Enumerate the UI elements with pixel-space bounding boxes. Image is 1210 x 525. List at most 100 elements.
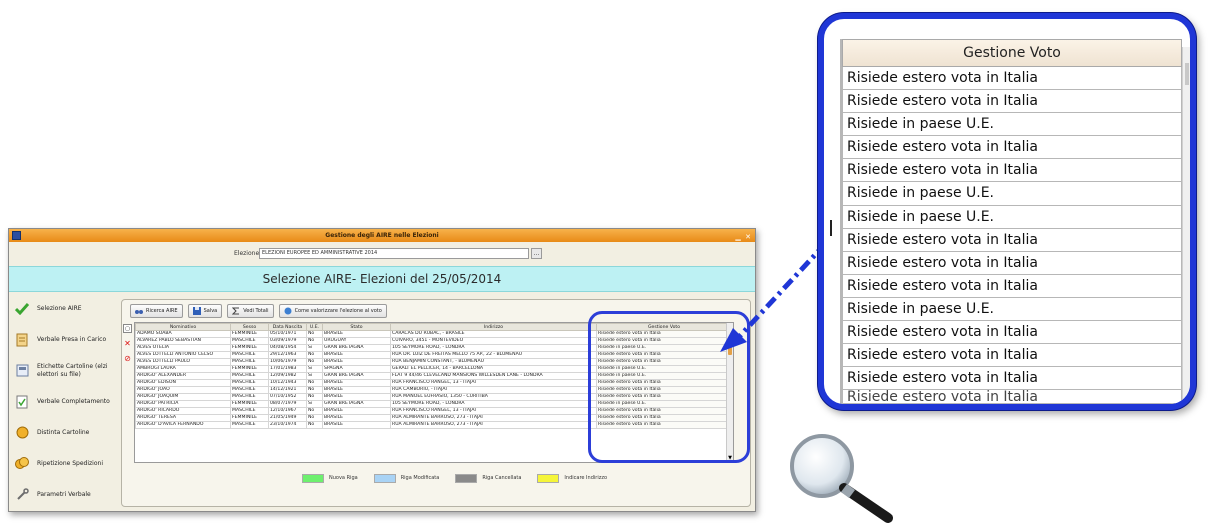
table-cell[interactable]: 29/12/1963 bbox=[268, 351, 307, 359]
table-cell[interactable]: ARDIGO' EDISON bbox=[135, 379, 231, 387]
table-cell[interactable]: No bbox=[306, 407, 323, 415]
table-cell[interactable]: FEMMINILE bbox=[230, 400, 269, 408]
column-header[interactable]: Indirizzo bbox=[390, 323, 597, 331]
table-cell[interactable]: MASCHILE bbox=[230, 386, 269, 394]
zoom-list-item[interactable]: Risiede estero vota in Italia bbox=[842, 67, 1182, 91]
table-cell[interactable]: No bbox=[306, 330, 323, 338]
table-cell[interactable]: 08/07/1979 bbox=[268, 400, 307, 408]
table-cell[interactable]: FEMMINILE bbox=[230, 344, 269, 352]
delete-row-icon[interactable]: ✕ bbox=[123, 339, 132, 348]
table-cell[interactable]: 10/12/1943 bbox=[268, 379, 307, 387]
zoom-list-item[interactable]: Risiede estero vota in Italia bbox=[842, 321, 1182, 345]
sidebar-item-parametri[interactable]: Parametri Verbale bbox=[9, 479, 121, 510]
zoom-scrollbar[interactable] bbox=[1182, 47, 1190, 404]
table-cell[interactable]: No bbox=[306, 421, 323, 429]
table-cell[interactable]: 23/10/1974 bbox=[268, 421, 307, 429]
table-cell[interactable]: Si bbox=[306, 344, 323, 352]
table-cell[interactable]: GRAN BRETAGNA bbox=[322, 372, 391, 380]
table-cell[interactable]: ARDIGO' D'AVILA FERNANDO bbox=[135, 421, 231, 429]
table-cell[interactable]: GRAN BRETAGNA bbox=[322, 344, 391, 352]
table-cell[interactable]: FLAT 9 44/46 CLEVELAND MANSIONS WILLESDE… bbox=[390, 372, 597, 380]
election-input[interactable]: ELEZIONI EUROPEE ED AMMINISTRATIVE 2014 bbox=[259, 248, 529, 259]
column-header[interactable]: Data Nascita bbox=[268, 323, 307, 331]
table-cell[interactable]: ADAMO SOABA bbox=[135, 330, 231, 338]
column-header[interactable]: Sesso bbox=[230, 323, 269, 331]
sidebar-item-distinta[interactable]: Distinta Cartoline bbox=[9, 417, 121, 448]
zoom-list-item[interactable]: Risiede estero vota in Italia bbox=[842, 136, 1182, 160]
table-cell[interactable]: No bbox=[306, 386, 323, 394]
search-aire-button[interactable]: Ricerca AIRE bbox=[130, 304, 183, 318]
sidebar-item-selezione-aire[interactable]: Selezione AIRE bbox=[9, 293, 121, 324]
table-cell[interactable]: Si bbox=[306, 400, 323, 408]
table-cell[interactable]: Si bbox=[306, 372, 323, 380]
zoom-list-item[interactable]: Risiede in paese U.E. bbox=[842, 182, 1182, 206]
save-button[interactable]: Salva bbox=[187, 304, 223, 318]
zoom-list-item[interactable]: Risiede estero vota in Italia bbox=[842, 159, 1182, 183]
table-cell[interactable]: BRASILE bbox=[322, 330, 391, 338]
table-cell[interactable]: No bbox=[306, 351, 323, 359]
table-cell[interactable]: FEMMINILE bbox=[230, 330, 269, 338]
zoom-list-item[interactable]: Risiede estero vota in Italia bbox=[842, 251, 1182, 275]
table-cell[interactable]: 12/09/1982 bbox=[268, 372, 307, 380]
column-header[interactable]: U.E. bbox=[306, 323, 323, 331]
table-cell[interactable]: 21/05/1949 bbox=[268, 414, 307, 422]
table-cell[interactable]: 10/06/1979 bbox=[268, 358, 307, 366]
table-cell[interactable]: BRASILE bbox=[322, 414, 391, 422]
table-cell[interactable]: BRASILE bbox=[322, 351, 391, 359]
column-header[interactable]: Stato bbox=[322, 323, 391, 331]
restore-row-icon[interactable]: ⊘ bbox=[123, 354, 132, 363]
table-cell[interactable]: ARDIGO' ALEXANDER bbox=[135, 372, 231, 380]
table-cell[interactable]: 12/10/1967 bbox=[268, 407, 307, 415]
table-cell[interactable]: BRASILE bbox=[322, 421, 391, 429]
table-cell[interactable]: SPAGNA bbox=[322, 365, 391, 373]
table-cell[interactable]: MASCHILE bbox=[230, 337, 269, 345]
table-cell[interactable]: RUA DR. LUIZ DE FREITAS MELLO 75 AP., 22… bbox=[390, 351, 597, 359]
sidebar-item-etichette[interactable]: Etichette Cartoline (elzi elettori su fi… bbox=[9, 355, 121, 386]
table-cell[interactable]: RUA ALMIRANTE BARROSO, 273 - ITAJAI bbox=[390, 421, 597, 429]
table-cell[interactable]: ARDIGO' JOAQUIM bbox=[135, 393, 231, 401]
table-cell[interactable]: BRASILE bbox=[322, 386, 391, 394]
table-cell[interactable]: BRASILE bbox=[322, 407, 391, 415]
table-cell[interactable]: CARACAS DU RUBAC, - BRASILE bbox=[390, 330, 597, 338]
zoom-list-item[interactable]: Risiede estero vota in Italia bbox=[842, 274, 1182, 298]
table-cell[interactable]: FEMMINILE bbox=[230, 365, 269, 373]
table-cell[interactable]: ARDIGO' TERESA bbox=[135, 414, 231, 422]
zoom-list-item[interactable]: Risiede estero vota in Italia bbox=[842, 228, 1182, 252]
table-cell[interactable]: BRASILE bbox=[322, 393, 391, 401]
table-cell[interactable]: 03/09/1979 bbox=[268, 337, 307, 345]
table-cell[interactable]: 04/08/1954 bbox=[268, 344, 307, 352]
table-cell[interactable]: ARDIGO' RICARDO bbox=[135, 407, 231, 415]
column-header[interactable]: Nominativo bbox=[135, 323, 231, 331]
table-cell[interactable]: GERALT EL PELLICER, 14 - BARCELLONA bbox=[390, 365, 597, 373]
table-cell[interactable]: No bbox=[306, 393, 323, 401]
table-cell[interactable]: MASCHILE bbox=[230, 372, 269, 380]
sidebar-item-verbale-presa[interactable]: Verbale Presa in Carico bbox=[9, 324, 121, 355]
table-cell[interactable]: MASCHILE bbox=[230, 379, 269, 387]
table-cell[interactable]: AMBROGI LAURA bbox=[135, 365, 231, 373]
sidebar-item-ripetizione[interactable]: Ripetizione Spedizioni bbox=[9, 448, 121, 479]
sidebar-item-verbale-completamento[interactable]: Verbale Completamento bbox=[9, 386, 121, 417]
table-cell[interactable]: RUA ALMIRANTE BARROSO, 273 - ITAJAI bbox=[390, 414, 597, 422]
table-cell[interactable]: 105 SEYMORE ROAD, - LONDRA bbox=[390, 344, 597, 352]
table-cell[interactable]: 105 SEYMORE ROAD, - LONDRA bbox=[390, 400, 597, 408]
zoom-list-item[interactable]: Risiede estero vota in Italia bbox=[842, 390, 1182, 404]
table-cell[interactable]: ARDIGO' JOAO bbox=[135, 386, 231, 394]
table-cell[interactable]: No bbox=[306, 414, 323, 422]
zoom-list-item[interactable]: Risiede in paese U.E. bbox=[842, 113, 1182, 137]
table-cell[interactable]: ALVES OTELIA bbox=[135, 344, 231, 352]
zoom-list-item[interactable]: Risiede estero vota in Italia bbox=[842, 344, 1182, 368]
table-cell[interactable]: No bbox=[306, 379, 323, 387]
table-cell[interactable]: FEMMINILE bbox=[230, 414, 269, 422]
table-cell[interactable]: GRAN BRETAGNA bbox=[322, 400, 391, 408]
table-cell[interactable]: ALVES LOTTELLI PAULO bbox=[135, 358, 231, 366]
table-cell[interactable]: RUA FRANCISCO RANGEL, 13 - ITAJAI bbox=[390, 407, 597, 415]
table-cell[interactable]: RUA CAMBORIU, - ITAJAI bbox=[390, 386, 597, 394]
table-cell[interactable]: URUGUAY bbox=[322, 337, 391, 345]
table-cell[interactable]: No bbox=[306, 358, 323, 366]
table-cell[interactable]: Si bbox=[306, 365, 323, 373]
zoom-list-item[interactable]: Risiede in paese U.E. bbox=[842, 205, 1182, 229]
table-cell[interactable]: MASCHILE bbox=[230, 358, 269, 366]
zoom-list-item[interactable]: Risiede in paese U.E. bbox=[842, 297, 1182, 322]
table-cell[interactable]: RUA BENJAMIN CONSTANT, - BLUMENAU bbox=[390, 358, 597, 366]
zoom-list-item[interactable]: Risiede estero vota in Italia bbox=[842, 90, 1182, 114]
